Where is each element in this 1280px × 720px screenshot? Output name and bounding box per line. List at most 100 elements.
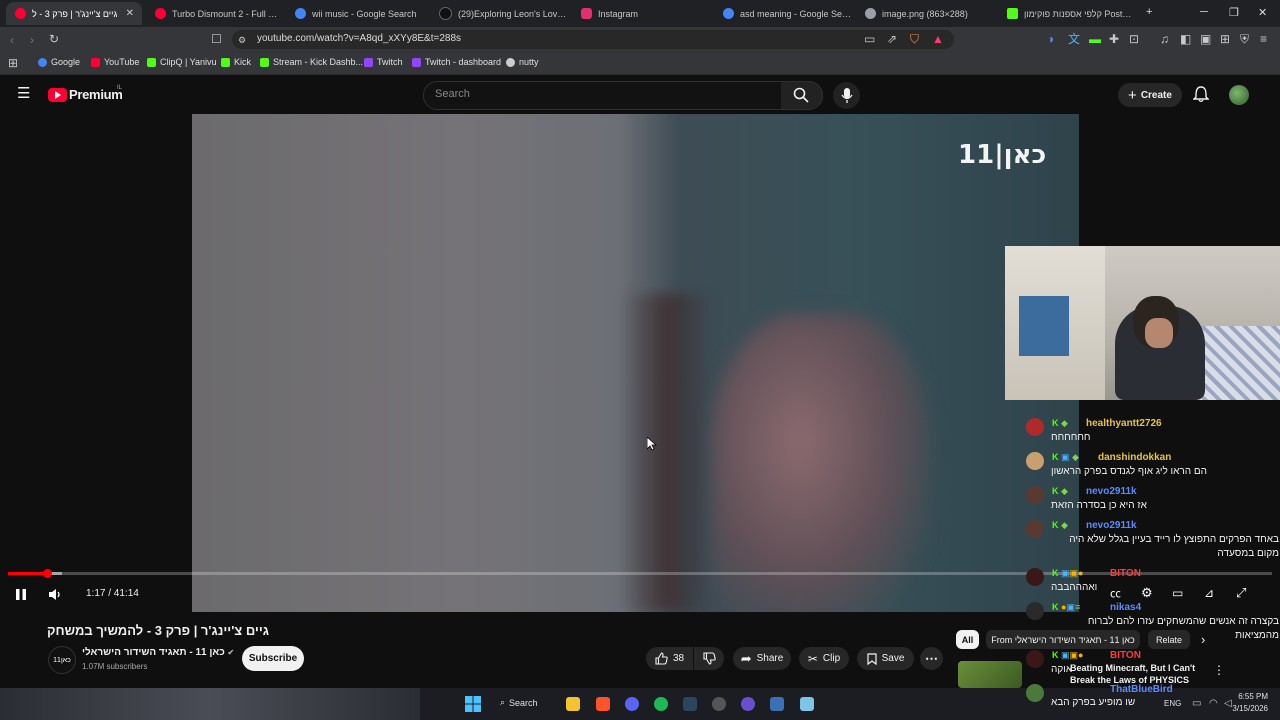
bookmark-twitch-dashboard[interactable]: Twitch - dashboard — [412, 57, 501, 67]
like-button[interactable]: 38 — [646, 647, 693, 670]
youtube-favicon-icon — [155, 8, 166, 19]
vpn-icon[interactable]: ⊞ — [1220, 33, 1230, 45]
create-button[interactable]: + Create — [1118, 83, 1182, 107]
maximize-window-icon[interactable]: ❐ — [1229, 6, 1239, 19]
youtube-premium-logo[interactable]: Premium — [69, 87, 123, 102]
voice-search-button[interactable] — [833, 82, 860, 109]
brave-rewards-icon[interactable]: ▲ — [932, 33, 944, 45]
channel-avatar[interactable]: כאן11 — [48, 646, 76, 674]
pause-icon[interactable] — [15, 588, 27, 601]
sidebar-icon[interactable]: ◧ — [1180, 33, 1191, 45]
apps-grid-icon[interactable]: ⊞ — [8, 57, 18, 69]
obs-icon[interactable] — [712, 697, 726, 711]
forward-arrow-icon[interactable]: › — [30, 34, 34, 46]
shield-icon[interactable]: ⛨ — [1240, 33, 1249, 45]
chat-avatar — [1026, 452, 1044, 470]
extension-icon[interactable]: ◗ — [1048, 33, 1055, 45]
bookmark-twitch[interactable]: Twitch — [364, 57, 403, 67]
screenshot-icon[interactable]: ⊡ — [1129, 33, 1139, 45]
create-label: Create — [1140, 89, 1172, 101]
menu-icon[interactable]: ≡ — [1260, 33, 1267, 45]
notepad-icon[interactable] — [800, 697, 814, 711]
related-video-title[interactable]: Beating Minecraft, But I Can't Break the… — [1070, 662, 1200, 686]
cast-icon[interactable]: ▭ — [864, 33, 875, 45]
search-input[interactable] — [423, 81, 783, 110]
chat-username: BITON — [1110, 650, 1141, 661]
save-button[interactable]: Save — [857, 647, 914, 670]
tab-exploring-leon[interactable]: (29)Exploring Leon's Love Inte — [430, 2, 570, 25]
tab-youtube-active[interactable]: גיים צ'יינג'ר | פרק 3 - ל ✕ — [6, 2, 142, 25]
video-player[interactable]: כאן|11 — [192, 114, 1079, 612]
notifications-bell-icon[interactable] — [1193, 86, 1209, 103]
tab-instagram[interactable]: Instagram — [572, 2, 712, 25]
more-vertical-icon[interactable]: ⋮ — [1213, 664, 1225, 676]
tab-wii-music[interactable]: wii music - Google Search — [286, 2, 426, 25]
close-tab-icon[interactable]: ✕ — [126, 8, 134, 19]
youtube-favicon-icon — [15, 8, 26, 19]
bookmark-youtube[interactable]: YouTube — [91, 57, 139, 67]
kick-icon — [147, 57, 156, 67]
chip-related[interactable]: Relate — [1148, 630, 1190, 649]
volume-icon[interactable] — [48, 588, 62, 601]
related-video-thumbnail[interactable] — [958, 661, 1022, 688]
bookmark-google[interactable]: Google — [38, 57, 80, 67]
tab-image-png[interactable]: image.png (863×288) — [856, 2, 996, 25]
tab-turbo-dismount[interactable]: Turbo Dismount 2 - Full Relea — [146, 2, 282, 25]
app-icon[interactable] — [741, 697, 755, 711]
close-window-icon[interactable]: ✕ — [1258, 6, 1267, 19]
puzzle-icon[interactable]: ✚ — [1109, 33, 1119, 45]
bookmark-icon[interactable]: ☐ — [211, 33, 222, 45]
reload-icon[interactable]: ↻ — [49, 33, 59, 45]
user-avatar[interactable] — [1229, 85, 1249, 105]
steam-icon[interactable] — [683, 697, 697, 711]
more-horizontal-icon: ⋯ — [925, 650, 938, 666]
hamburger-menu-icon[interactable]: ☰ — [17, 86, 30, 101]
discord-icon[interactable] — [625, 697, 639, 711]
windows-start-icon[interactable] — [465, 696, 481, 712]
chip-all[interactable]: All — [956, 630, 979, 649]
channel-name[interactable]: כאן 11 - תאגיד השידור הישראלי ✔ — [82, 647, 234, 658]
chip-from-channel[interactable]: From כאן 11 - תאגיד השידור הישראלי — [986, 630, 1140, 649]
chevron-right-icon[interactable]: › — [1201, 633, 1205, 646]
youtube-logo-icon[interactable] — [48, 88, 67, 102]
tab-title: image.png (863×288) — [882, 8, 968, 19]
wallet-icon[interactable]: ▣ — [1200, 33, 1211, 45]
file-explorer-icon[interactable] — [566, 697, 580, 711]
spotify-icon[interactable] — [654, 697, 668, 711]
save-label: Save — [881, 653, 905, 664]
kick-favicon-icon — [1007, 8, 1018, 19]
bookmark-kick[interactable]: Kick — [221, 57, 251, 67]
chat-message-text: ואהההבבה — [1051, 582, 1098, 593]
share-page-icon[interactable]: ⇗ — [887, 33, 897, 45]
tab-asd-meaning[interactable]: asd meaning - Google Search — [714, 2, 854, 25]
extension-icon[interactable]: ▬ — [1089, 33, 1101, 45]
share-label: Share — [756, 653, 784, 664]
more-actions-button[interactable]: ⋯ — [920, 647, 943, 670]
tab-poster-box[interactable]: קלפי אספנות פוקימון Poster Box — [998, 2, 1136, 25]
app-icon[interactable] — [770, 697, 784, 711]
webcam-blue-drawers — [1019, 296, 1069, 356]
subscribe-button[interactable]: Subscribe — [242, 646, 304, 671]
bookmark-clipq[interactable]: ClipQ | Yanivu — [147, 57, 217, 67]
media-icon[interactable]: ♫ — [1160, 33, 1169, 45]
like-count: 38 — [672, 653, 685, 664]
chat-username: nikas4 — [1110, 602, 1142, 613]
back-arrow-icon[interactable]: ‹ — [10, 34, 14, 46]
bookmark-nutty[interactable]: nutty — [506, 57, 539, 67]
taskbar-search[interactable]: ⌕ Search — [500, 697, 538, 708]
dislike-button[interactable] — [694, 647, 724, 670]
chat-message: K ◆ nevo2911k באחד הפרקים התפוצץ לו רייד… — [1026, 520, 1280, 566]
clip-button[interactable]: ✂ Clip — [799, 647, 849, 670]
bookmark-kick-dashboard[interactable]: Stream - Kick Dashb... — [260, 57, 363, 67]
brave-browser-icon[interactable] — [596, 697, 610, 711]
bookmark-label: nutty — [519, 57, 539, 67]
share-button[interactable]: ➦ Share — [733, 647, 791, 670]
site-settings-icon[interactable]: ⚙ — [238, 34, 246, 46]
translate-icon[interactable]: 文 — [1068, 33, 1080, 45]
scrubber-handle[interactable] — [43, 569, 52, 578]
save-bookmark-icon — [866, 652, 877, 665]
brave-shield-icon[interactable]: ⛉ — [910, 33, 919, 45]
search-button[interactable] — [781, 81, 823, 110]
new-tab-icon[interactable]: + — [1146, 6, 1152, 18]
minimize-window-icon[interactable]: ─ — [1200, 6, 1208, 18]
